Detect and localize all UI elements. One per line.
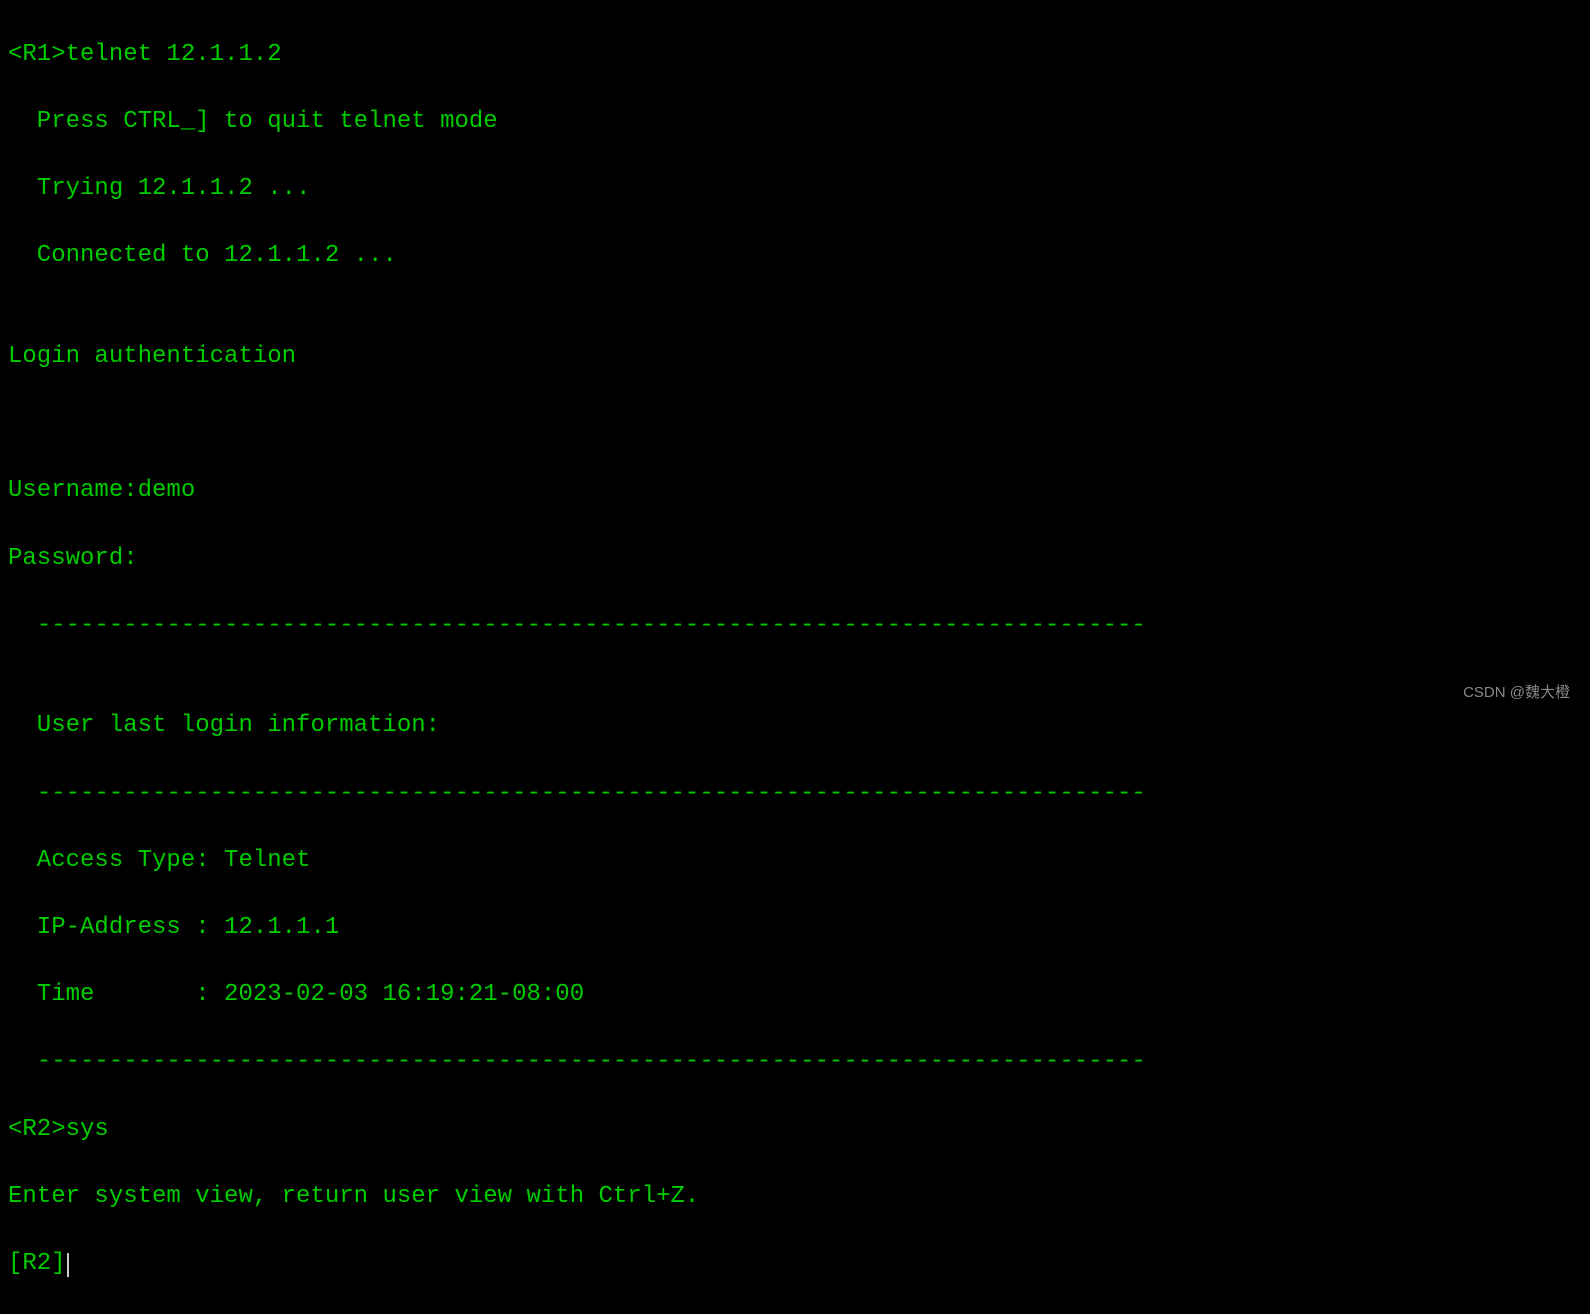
terminal-line: Enter system view, return user view with… [8,1180,1582,1214]
terminal-line-login-info-header: User last login information: [8,709,1582,743]
terminal-line-separator: ----------------------------------------… [8,777,1582,811]
terminal-line-separator: ----------------------------------------… [8,609,1582,643]
terminal-prompt: [R2] [8,1250,66,1277]
cursor-icon [67,1253,69,1277]
terminal-line-separator: ----------------------------------------… [8,1045,1582,1079]
terminal-line-username: Username:demo [8,474,1582,508]
terminal-prompt-line: [R2] [8,1247,1582,1281]
terminal-line: Connected to 12.1.1.2 ... [8,239,1582,273]
terminal-line: Trying 12.1.1.2 ... [8,172,1582,206]
terminal-line: Press CTRL_] to quit telnet mode [8,105,1582,139]
terminal-line-command: <R2>sys [8,1113,1582,1147]
terminal-line-command: <R1>telnet 12.1.1.2 [8,38,1582,72]
watermark-text: CSDN @魏大橙 [1463,682,1570,703]
terminal-line-password: Password: [8,542,1582,576]
terminal-line-auth-header: Login authentication [8,340,1582,374]
terminal-line-ip-address: IP-Address : 12.1.1.1 [8,911,1582,945]
terminal-output[interactable]: <R1>telnet 12.1.1.2 Press CTRL_] to quit… [8,4,1582,1314]
terminal-line-access-type: Access Type: Telnet [8,844,1582,878]
terminal-line-time: Time : 2023-02-03 16:19:21-08:00 [8,978,1582,1012]
